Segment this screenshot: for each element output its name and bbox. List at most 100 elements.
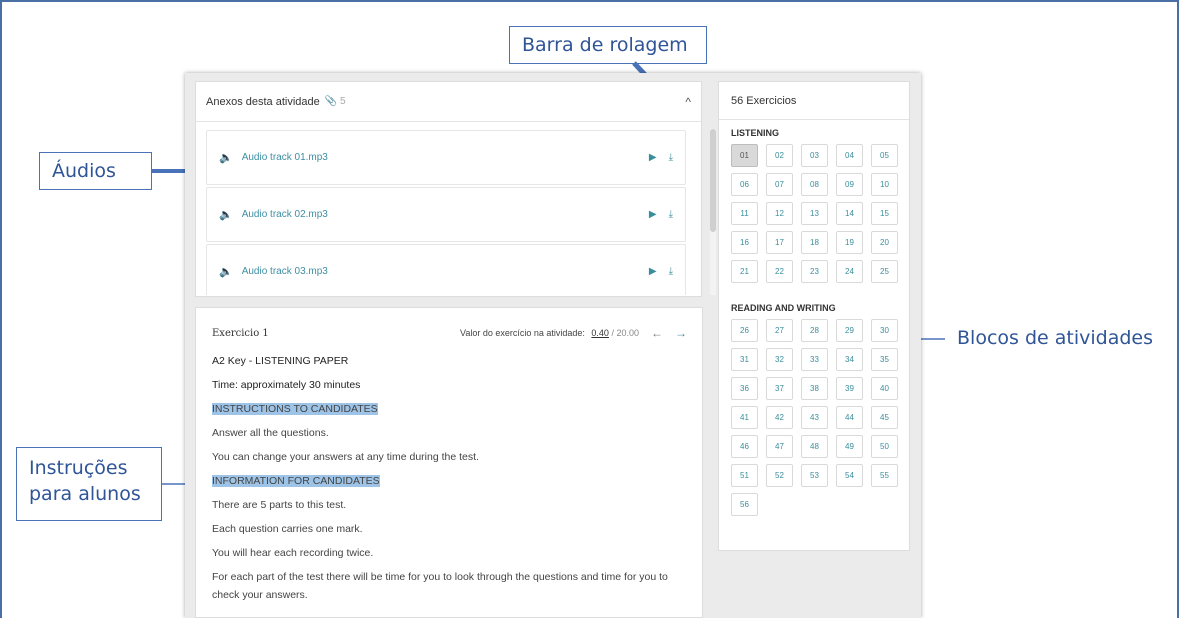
exercise-block-17[interactable]: 17 <box>766 231 793 254</box>
exercise-block-12[interactable]: 12 <box>766 202 793 225</box>
exercise-grid-listening: 01 02 03 04 05 06 07 08 09 10 11 12 13 14 15 16 17 18 19 20… <box>719 144 909 283</box>
exercise-block-52[interactable]: 52 <box>766 464 793 487</box>
exercise-block-15[interactable]: 15 <box>871 202 898 225</box>
exercise-block-48[interactable]: 48 <box>801 435 828 458</box>
exercise-block-10[interactable]: 10 <box>871 173 898 196</box>
scrollbar-thumb[interactable] <box>710 129 716 232</box>
exercise-block-54[interactable]: 54 <box>836 464 863 487</box>
exercise-block-01[interactable]: 01 <box>731 144 758 167</box>
exercise-block-25[interactable]: 25 <box>871 260 898 283</box>
callout-audios: Áudios <box>39 152 152 190</box>
exercise-line: Time: approximately 30 minutes <box>212 379 361 391</box>
exercise-block-42[interactable]: 42 <box>766 406 793 429</box>
arrow-left-icon[interactable]: ← <box>651 326 663 340</box>
exercise-block-34[interactable]: 34 <box>836 348 863 371</box>
exercise-block-24[interactable]: 24 <box>836 260 863 283</box>
exercise-block-43[interactable]: 43 <box>801 406 828 429</box>
attachments-header[interactable]: Anexos desta atividade 📎 5 ^ <box>196 82 701 122</box>
exercise-block-45[interactable]: 45 <box>871 406 898 429</box>
exercise-block-06[interactable]: 06 <box>731 173 758 196</box>
exercise-block-37[interactable]: 37 <box>766 377 793 400</box>
exercise-title: Exercicio 1 <box>212 327 269 339</box>
exercise-block-08[interactable]: 08 <box>801 173 828 196</box>
exercise-block-21[interactable]: 21 <box>731 260 758 283</box>
track-name[interactable]: Audio track 03.mp3 <box>242 266 328 277</box>
exercise-block-32[interactable]: 32 <box>766 348 793 371</box>
exercise-block-46[interactable]: 46 <box>731 435 758 458</box>
attachments-title: Anexos desta atividade <box>206 95 320 108</box>
exercise-block-33[interactable]: 33 <box>801 348 828 371</box>
track-name[interactable]: Audio track 02.mp3 <box>242 209 328 220</box>
download-icon[interactable]: ⤓ <box>669 152 673 163</box>
exercise-block-39[interactable]: 39 <box>836 377 863 400</box>
exercise-block-56[interactable]: 56 <box>731 493 758 516</box>
exercise-panel: Exercicio 1 Valor do exercício na ativid… <box>195 307 703 618</box>
list-item[interactable]: 🔈 Audio track 01.mp3 ▶ ⤓ <box>206 130 686 185</box>
exercise-block-28[interactable]: 28 <box>801 319 828 342</box>
exercise-block-13[interactable]: 13 <box>801 202 828 225</box>
scrollbar[interactable] <box>710 129 716 295</box>
exercise-block-44[interactable]: 44 <box>836 406 863 429</box>
exercise-block-40[interactable]: 40 <box>871 377 898 400</box>
section-label-reading-writing: READING AND WRITING <box>731 303 836 313</box>
exercise-value: Valor do exercício na atividade: 0.40 / … <box>460 328 639 338</box>
exercise-line: A2 Key - LISTENING PAPER <box>212 355 349 367</box>
exercise-block-55[interactable]: 55 <box>871 464 898 487</box>
callout-scrollbar: Barra de rolagem <box>509 26 707 64</box>
list-item[interactable]: 🔈 Audio track 03.mp3 ▶ ⤓ <box>206 244 686 295</box>
exercise-block-38[interactable]: 38 <box>801 377 828 400</box>
arrow-right-icon[interactable]: → <box>675 326 687 340</box>
exercise-total: 20.00 <box>616 328 639 338</box>
exercises-panel: 56 Exercicios LISTENING 01 02 03 04 05 06 07 08… <box>718 81 910 551</box>
exercise-block-23[interactable]: 23 <box>801 260 828 283</box>
exercise-block-11[interactable]: 11 <box>731 202 758 225</box>
exercise-line: For each part of the test there will be … <box>212 571 668 601</box>
exercise-block-51[interactable]: 51 <box>731 464 758 487</box>
exercise-score[interactable]: 0.40 <box>591 328 609 338</box>
exercise-block-14[interactable]: 14 <box>836 202 863 225</box>
track-name[interactable]: Audio track 01.mp3 <box>242 152 328 163</box>
exercise-block-16[interactable]: 16 <box>731 231 758 254</box>
exercise-block-30[interactable]: 30 <box>871 319 898 342</box>
play-icon[interactable]: ▶ <box>649 152 657 163</box>
exercise-block-35[interactable]: 35 <box>871 348 898 371</box>
play-icon[interactable]: ▶ <box>649 209 657 220</box>
exercise-block-41[interactable]: 41 <box>731 406 758 429</box>
exercise-block-04[interactable]: 04 <box>836 144 863 167</box>
download-icon[interactable]: ⤓ <box>669 266 673 277</box>
exercise-block-18[interactable]: 18 <box>801 231 828 254</box>
exercise-block-03[interactable]: 03 <box>801 144 828 167</box>
exercise-block-47[interactable]: 47 <box>766 435 793 458</box>
callout-activity-blocks: Blocos de atividades <box>945 320 1173 356</box>
highlighted-heading: INSTRUCTIONS TO CANDIDATES <box>212 403 378 415</box>
attachments-panel: Anexos desta atividade 📎 5 ^ 🔈 Audio tra… <box>195 81 716 297</box>
download-icon[interactable]: ⤓ <box>669 209 673 220</box>
exercise-block-20[interactable]: 20 <box>871 231 898 254</box>
exercise-block-09[interactable]: 09 <box>836 173 863 196</box>
list-item[interactable]: 🔈 Audio track 02.mp3 ▶ ⤓ <box>206 187 686 242</box>
attachments-count: 📎 5 <box>324 96 346 107</box>
audio-track-list[interactable]: 🔈 Audio track 01.mp3 ▶ ⤓ 🔈 Audio track 0… <box>206 130 686 295</box>
exercise-block-49[interactable]: 49 <box>836 435 863 458</box>
callout-student-instructions: Instruções para alunos <box>16 447 162 521</box>
exercise-block-02[interactable]: 02 <box>766 144 793 167</box>
exercise-block-26[interactable]: 26 <box>731 319 758 342</box>
exercise-block-22[interactable]: 22 <box>766 260 793 283</box>
exercise-block-19[interactable]: 19 <box>836 231 863 254</box>
exercise-block-27[interactable]: 27 <box>766 319 793 342</box>
exercise-block-31[interactable]: 31 <box>731 348 758 371</box>
exercise-block-53[interactable]: 53 <box>801 464 828 487</box>
callout-instructions-line2: para alunos <box>29 482 141 505</box>
callout-instructions-line1: Instruções <box>29 457 128 479</box>
exercise-header: Exercicio 1 Valor do exercício na ativid… <box>212 322 687 344</box>
exercise-block-50[interactable]: 50 <box>871 435 898 458</box>
exercises-panel-title: 56 Exercicios <box>719 82 909 120</box>
exercise-grid-reading-writing: 26 27 28 29 30 31 32 33 34 35 36 37 38 39 40 41 42 43 44 45… <box>719 319 909 516</box>
chevron-up-icon[interactable]: ^ <box>685 95 691 109</box>
exercise-block-29[interactable]: 29 <box>836 319 863 342</box>
exercise-block-36[interactable]: 36 <box>731 377 758 400</box>
play-icon[interactable]: ▶ <box>649 266 657 277</box>
exercise-block-07[interactable]: 07 <box>766 173 793 196</box>
exercise-block-05[interactable]: 05 <box>871 144 898 167</box>
section-label-listening: LISTENING <box>731 128 780 138</box>
